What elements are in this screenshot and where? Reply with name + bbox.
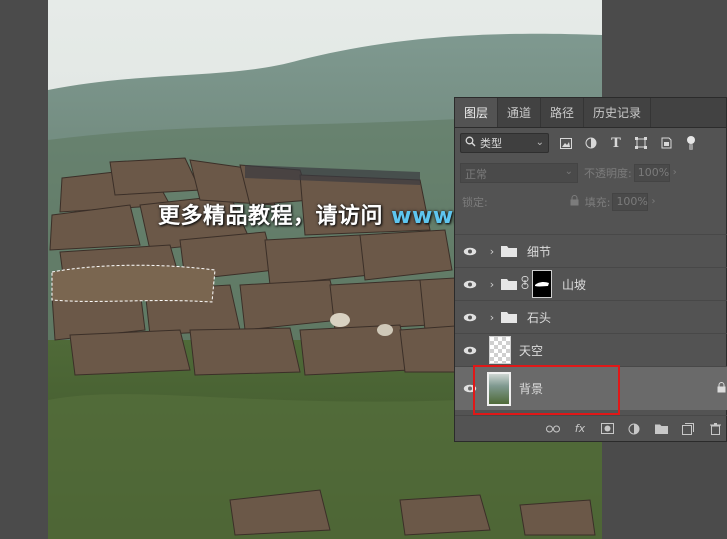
visibility-eye-icon[interactable] (455, 346, 485, 355)
opacity-field[interactable]: 100% (633, 163, 670, 182)
fill-field[interactable]: 100% (612, 192, 649, 211)
layer-row-stones[interactable]: › 石头 (455, 300, 727, 333)
chevron-right-icon[interactable]: › (485, 245, 499, 258)
background-layer-thumbnail[interactable] (487, 371, 511, 406)
tab-history[interactable]: 历史记录 (584, 98, 652, 127)
lock-fill-row: 锁定: 填充: 100% › (455, 187, 726, 216)
blend-opacity-row: 正常 ⌄ 不透明度: 100% › (455, 158, 726, 187)
layer-mask-thumbnail[interactable] (532, 270, 552, 298)
chevron-down-icon: ⌄ (535, 137, 544, 148)
filter-kind-label: 类型 (480, 137, 502, 150)
link-layers-icon[interactable] (546, 422, 560, 436)
visibility-eye-icon[interactable] (455, 313, 485, 322)
adjustment-layer-icon[interactable] (627, 422, 641, 436)
photoshop-workspace: 更多精品教程，请访问 www.240PS.com 图层 通道 路径 历史记录 类… (0, 0, 727, 539)
folder-icon (501, 278, 517, 290)
transparent-layer-thumbnail[interactable] (489, 336, 511, 364)
filter-kind-select[interactable]: 类型 ⌄ (460, 133, 549, 153)
blend-mode-select[interactable]: 正常 ⌄ (460, 162, 578, 183)
image-filter-icon[interactable] (558, 135, 574, 151)
opacity-label: 不透明度: (584, 166, 632, 180)
tab-paths[interactable]: 路径 (541, 98, 585, 127)
panel-tabs: 图层 通道 路径 历史记录 (455, 98, 726, 128)
blend-mode-value: 正常 (465, 167, 487, 181)
delete-layer-icon[interactable] (708, 422, 722, 436)
layer-name: 山坡 (562, 277, 587, 292)
lock-icon[interactable] (570, 194, 579, 209)
visibility-eye-icon[interactable] (455, 384, 485, 393)
adjustment-filter-icon[interactable] (583, 135, 599, 151)
lock-label: 锁定: (462, 195, 488, 209)
visibility-eye-icon[interactable] (455, 247, 485, 256)
search-icon (465, 136, 476, 150)
fx-icon[interactable]: fx (573, 422, 587, 436)
chevron-down-icon: ⌄ (564, 165, 573, 177)
layer-row-background[interactable]: 背景 (455, 366, 727, 410)
fill-label: 填充: (584, 195, 611, 209)
tab-channels[interactable]: 通道 (498, 98, 542, 127)
link-chain-icon[interactable] (521, 276, 529, 292)
chevron-right-icon[interactable]: › (485, 311, 499, 324)
chevron-right-icon[interactable]: › (651, 196, 655, 207)
layer-row-sky[interactable]: 天空 (455, 333, 727, 366)
new-layer-icon[interactable] (681, 422, 695, 436)
shape-filter-icon[interactable] (633, 135, 649, 151)
chevron-right-icon[interactable]: › (673, 167, 677, 178)
folder-icon (501, 245, 517, 257)
folder-icon (501, 311, 517, 323)
smart-object-filter-icon[interactable] (658, 135, 674, 151)
layer-name: 石头 (527, 310, 552, 325)
watermark-prefix: 更多精品教程，请访问 (158, 204, 392, 229)
chevron-right-icon[interactable]: › (485, 278, 499, 291)
new-group-icon[interactable] (654, 422, 668, 436)
layer-row-hillside[interactable]: › 山坡 (455, 267, 727, 300)
layer-row-details[interactable]: › 细节 (455, 234, 727, 267)
type-filter-icon[interactable]: T (608, 135, 624, 151)
layer-filter-row: 类型 ⌄ T (455, 128, 726, 158)
layers-panel: 图层 通道 路径 历史记录 类型 ⌄ T 正常 ⌄ 不透明度: 100% › 锁… (454, 97, 727, 442)
layers-bottom-toolbar: fx (455, 415, 727, 441)
layer-name: 细节 (527, 244, 552, 259)
add-mask-icon[interactable] (600, 422, 614, 436)
visibility-eye-icon[interactable] (455, 280, 485, 289)
layer-name: 天空 (519, 343, 544, 358)
toggle-filter-icon[interactable] (683, 135, 699, 151)
layer-name: 背景 (519, 382, 544, 396)
lock-icon[interactable] (717, 381, 726, 396)
tab-layers[interactable]: 图层 (455, 98, 499, 127)
